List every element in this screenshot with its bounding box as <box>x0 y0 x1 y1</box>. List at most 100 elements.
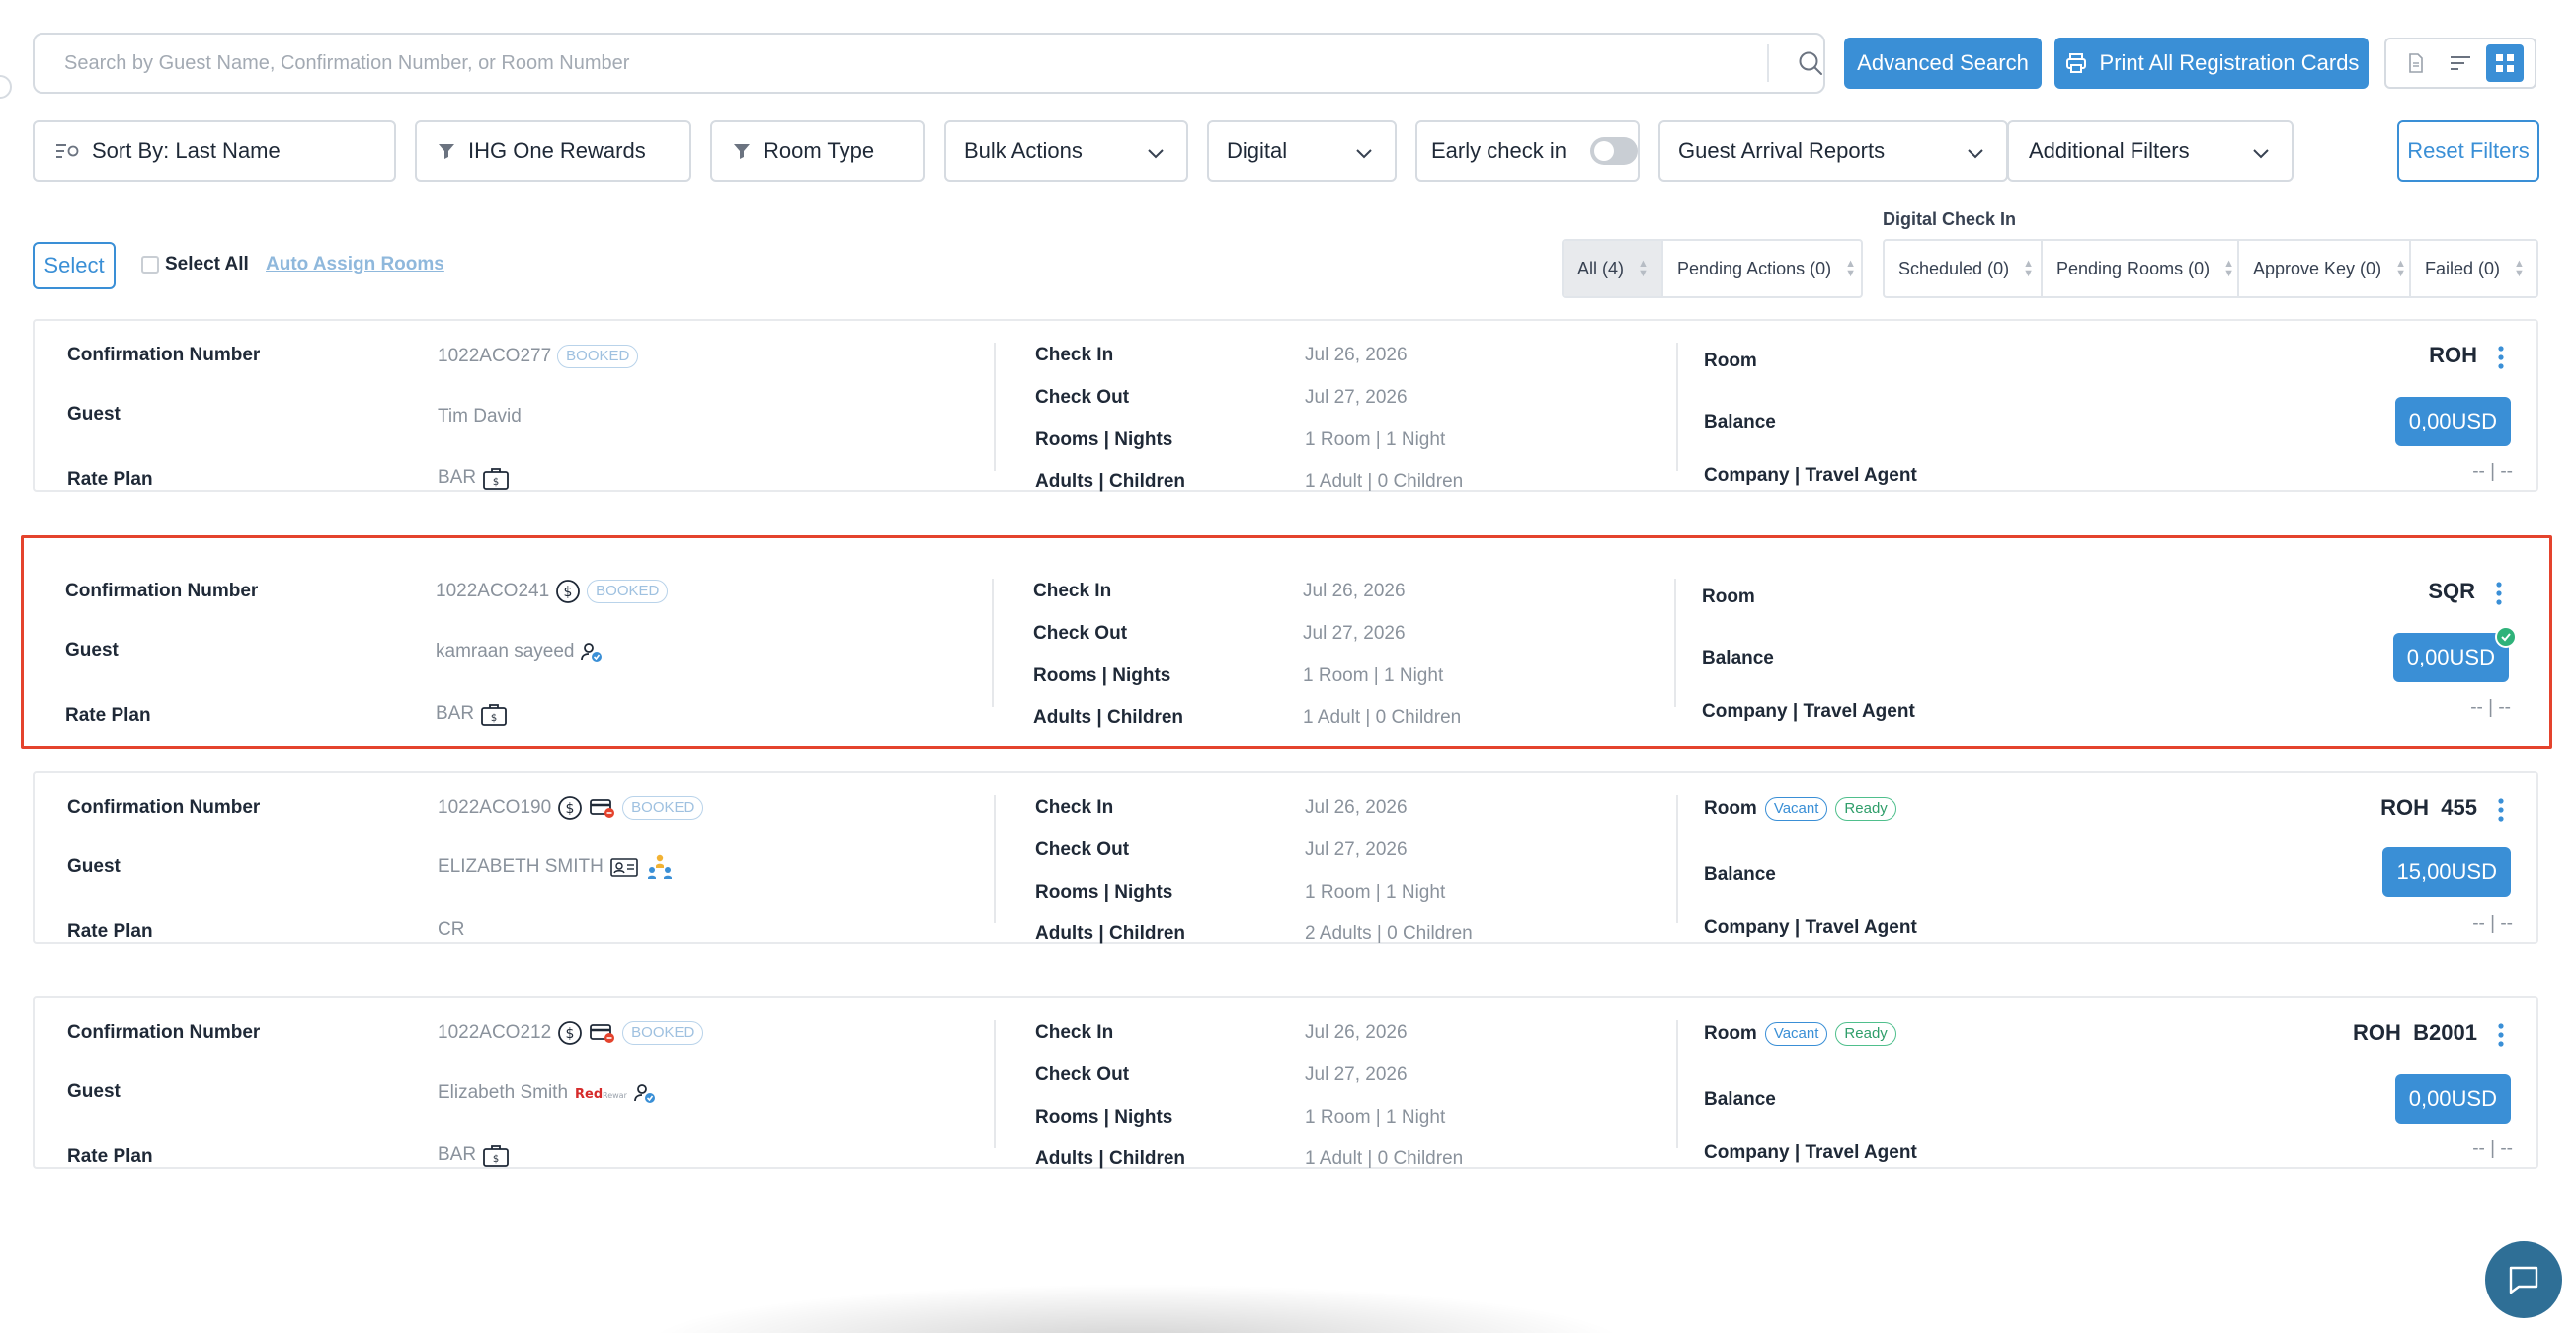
room-label: Room <box>1704 351 1757 371</box>
svg-text:$: $ <box>493 477 499 488</box>
check-in-label: Check In <box>1035 1022 1114 1043</box>
tab-pending-actions[interactable]: Pending Actions (0) ▲ ▼ <box>1663 241 1861 296</box>
confirmation-number: 1022ACO190 <box>438 797 552 818</box>
confirmation-label: Confirmation Number <box>67 345 261 365</box>
adults-children-value: 1 Adult | 0 Children <box>1305 1148 1464 1169</box>
digital-checkin-tabs: Scheduled (0) ▲ ▼ Pending Rooms (0) ▲ ▼ Appr… <box>1883 239 2538 298</box>
svg-text:$: $ <box>493 1154 499 1165</box>
balance-button[interactable]: 0,00USD <box>2394 1074 2511 1124</box>
tab-scheduled[interactable]: Scheduled (0) ▲ ▼ <box>1885 241 2043 296</box>
sort-view-button[interactable] <box>2442 44 2479 82</box>
guest-name[interactable]: ELIZABETH SMITH <box>438 856 604 878</box>
guest-value: ELIZABETH SMITH <box>438 852 675 882</box>
column-divider <box>994 1020 996 1148</box>
confirmation-number: 1022ACO212 <box>438 1022 552 1043</box>
adults-children-value: 2 Adults | 0 Children <box>1305 923 1473 944</box>
search-input[interactable] <box>64 35 1763 92</box>
guest-name[interactable]: Tim David <box>438 406 522 428</box>
rate-plan-code: CR <box>438 919 465 940</box>
sort-label: Sort By: Last Name <box>92 138 281 163</box>
room-type-filter[interactable]: Room Type <box>710 120 925 182</box>
grid-view-button[interactable] <box>2485 44 2524 82</box>
dollar-circle-icon: $ <box>558 796 583 820</box>
scroll-shadow <box>642 1284 1630 1333</box>
company-value: -- | -- <box>2470 697 2511 718</box>
svg-text:$: $ <box>566 1026 575 1042</box>
select-all-checkbox[interactable] <box>141 256 159 274</box>
balance-button[interactable]: 15,00USD <box>2382 847 2511 897</box>
ready-badge: Ready <box>1835 797 1896 821</box>
sort-lines-icon <box>56 144 79 158</box>
dollar-circle-icon: $ <box>556 580 581 603</box>
adults-children-value: 1 Adult | 0 Children <box>1305 471 1464 492</box>
check-in-value: Jul 26, 2026 <box>1305 345 1408 365</box>
early-checkin-toggle[interactable] <box>1589 137 1638 165</box>
status-badge: BOOKED <box>587 580 669 603</box>
rate-plan-value: BAR $ <box>438 465 510 491</box>
column-divider <box>994 343 996 471</box>
briefcase-icon: $ <box>483 1145 509 1167</box>
svg-text:$: $ <box>491 713 497 724</box>
room-number[interactable]: ROH B2001 <box>2353 1020 2477 1046</box>
tab-failed[interactable]: Failed (0) ▲ ▼ <box>2411 241 2536 296</box>
reservation-card[interactable]: Confirmation Number 1022ACO277 BOOKED Gu… <box>33 319 2538 492</box>
rooms-nights-value: 1 Room | 1 Night <box>1305 1107 1446 1128</box>
confirmation-number: 1022ACO277 <box>438 346 552 366</box>
rate-plan-value: BAR $ <box>436 701 508 727</box>
early-checkin-label: Early check in <box>1431 138 1567 163</box>
reset-filters-button[interactable]: Reset Filters <box>2397 120 2539 182</box>
more-options-icon[interactable] <box>2495 581 2503 606</box>
status-badge: BOOKED <box>622 1021 704 1045</box>
briefcase-icon: $ <box>481 704 507 726</box>
room-number[interactable]: ROH <box>2429 343 2477 368</box>
rate-plan-label: Rate Plan <box>67 469 153 490</box>
balance-button[interactable]: 0,00USD <box>2394 397 2511 446</box>
room-number[interactable]: SQR <box>2428 579 2475 604</box>
rate-plan-code: BAR <box>438 1144 477 1165</box>
balance-button[interactable]: 0,00USD <box>2392 633 2509 682</box>
guest-name[interactable]: kamraan sayeed <box>436 641 574 663</box>
list-view-button[interactable] <box>2397 44 2435 82</box>
confirmation-value: 1022ACO212 $ BOOKED <box>438 1020 704 1046</box>
room-label-row: Room Vacant Ready <box>1704 1022 1896 1046</box>
sort-arrows-icon: ▲ ▼ <box>1638 258 1649 279</box>
check-circle-icon <box>2495 626 2517 648</box>
rate-plan-code: BAR <box>436 703 475 724</box>
sidebar-toggle-handle[interactable] <box>0 75 12 99</box>
bulk-actions-dropdown[interactable]: Bulk Actions <box>944 120 1188 182</box>
tab-approve-key-label: Approve Key (0) <box>2253 258 2382 278</box>
tab-approve-key[interactable]: Approve Key (0) ▲ ▼ <box>2239 241 2411 296</box>
rooms-nights-label: Rooms | Nights <box>1035 430 1173 450</box>
tab-failed-label: Failed (0) <box>2425 258 2501 278</box>
guest-label: Guest <box>67 856 121 877</box>
check-in-label: Check In <box>1035 797 1114 818</box>
select-button[interactable]: Select <box>33 242 116 289</box>
arrival-reports-dropdown[interactable]: Guest Arrival Reports <box>1658 120 2008 182</box>
balance-label: Balance <box>1704 412 1776 432</box>
search-icon[interactable] <box>1795 47 1826 79</box>
reservation-card[interactable]: Confirmation Number 1022ACO190 $ BOOKED … <box>33 771 2538 944</box>
chat-bubble-icon <box>2509 1266 2538 1294</box>
tab-pending-rooms[interactable]: Pending Rooms (0) ▲ ▼ <box>2043 241 2239 296</box>
additional-filters-dropdown[interactable]: Additional Filters <box>2007 120 2294 182</box>
more-options-icon[interactable] <box>2497 345 2505 370</box>
auto-assign-rooms-link[interactable]: Auto Assign Rooms <box>266 254 444 275</box>
chat-button[interactable] <box>2485 1241 2562 1318</box>
room-number[interactable]: ROH 455 <box>2380 795 2477 821</box>
check-out-value: Jul 27, 2026 <box>1305 1064 1408 1085</box>
sort-dropdown[interactable]: Sort By: Last Name <box>33 120 396 182</box>
svg-text:Red: Red <box>575 1087 603 1102</box>
loyalty-filter[interactable]: IHG One Rewards <box>415 120 691 182</box>
more-options-icon[interactable] <box>2497 797 2505 823</box>
print-all-button[interactable]: Print All Registration Cards <box>2054 38 2369 89</box>
chevron-down-icon <box>2253 149 2269 159</box>
adults-children-label: Adults | Children <box>1035 1148 1186 1169</box>
reservation-card-selected[interactable]: Confirmation Number 1022ACO241 $ BOOKED … <box>21 535 2552 749</box>
tab-all[interactable]: All (4) ▲ ▼ <box>1564 241 1663 296</box>
additional-filters-label: Additional Filters <box>2029 138 2190 163</box>
advanced-search-button[interactable]: Advanced Search <box>1844 38 2042 89</box>
reservation-card[interactable]: Confirmation Number 1022ACO212 $ BOOKED … <box>33 996 2538 1169</box>
more-options-icon[interactable] <box>2497 1022 2505 1048</box>
guest-name[interactable]: Elizabeth Smith <box>438 1082 568 1104</box>
digital-dropdown[interactable]: Digital <box>1207 120 1397 182</box>
